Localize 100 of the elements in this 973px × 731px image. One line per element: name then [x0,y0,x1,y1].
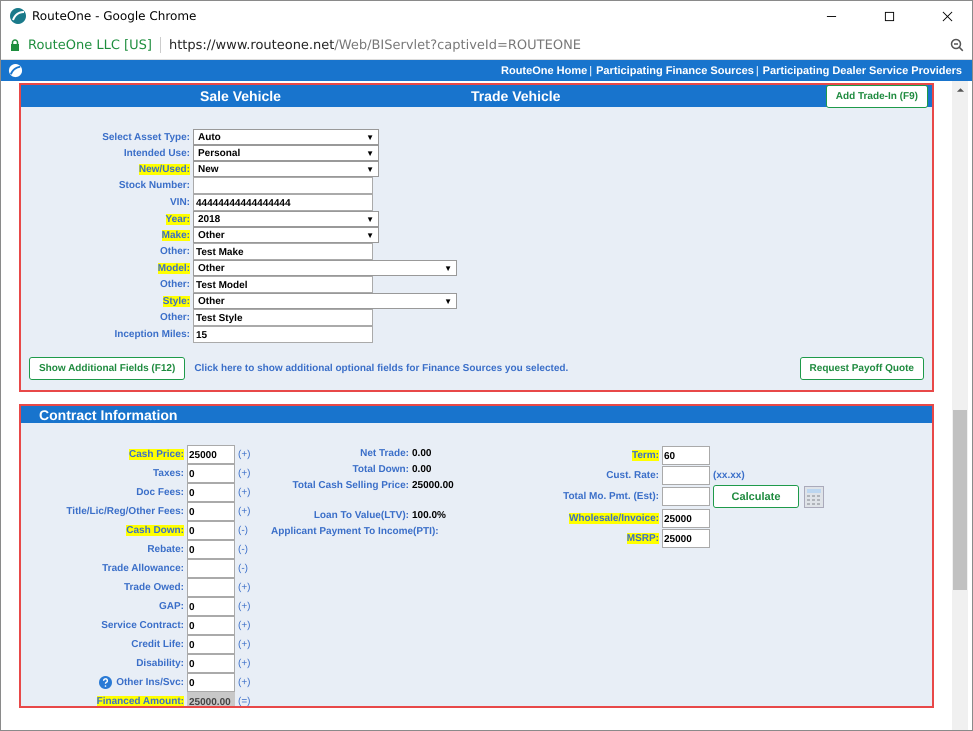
close-icon[interactable] [942,10,953,22]
amount-field[interactable]: 0 [187,540,235,559]
input-field[interactable]: 60 [662,446,710,464]
amount-field[interactable] [187,578,235,597]
amount-field[interactable]: 0 [187,521,235,540]
select-field[interactable]: Other ▼ [193,293,457,309]
input-field[interactable] [193,177,373,194]
field-label: Stock Number: [118,180,190,191]
field-label: GAP: [159,601,184,612]
site-identity[interactable]: RouteOne LLC [US] [28,38,152,52]
input-field[interactable]: 25000 [662,528,710,548]
summary-label: Loan To Value(LTV): [312,510,409,520]
format-hint: (xx.xx) [713,470,745,480]
select-field[interactable]: Other ▼ [193,227,379,243]
section-title: Contract Information [39,406,178,422]
field-label: Other: [160,246,190,257]
select-field[interactable]: Personal ▼ [193,145,379,161]
operator-sign: (+) [238,639,250,650]
operator-sign: (-) [238,544,248,555]
dropdown-arrow: ▼ [366,132,374,142]
field-label: Wholesale/Invoice: [568,512,659,524]
amount-field[interactable] [187,559,235,578]
scrollbar-thumb[interactable] [953,410,967,590]
field-label: Service Contract: [101,620,184,631]
add-trade-in-button[interactable]: Add Trade-In (F9) [826,84,928,108]
amount-field[interactable]: 0 [187,597,235,616]
select-field[interactable]: Auto ▼ [193,129,379,145]
payoff-quote-button[interactable]: Request Payoff Quote [800,357,924,380]
select-field[interactable]: New ▼ [193,161,379,177]
summary-value: 100.0% [412,510,446,520]
operator-sign: (+) [238,601,250,612]
operator-sign: (-) [238,563,248,574]
amount-field[interactable]: 0 [187,483,235,502]
nav-separator: | [756,64,759,76]
section-heading[interactable]: Trade Vehicle [470,88,560,104]
field-label: Make: [162,230,190,240]
amount-field[interactable]: 0 [187,464,235,483]
operator-sign: (=) [238,696,250,706]
input-field[interactable]: 25000 [662,508,710,528]
nav-link[interactable]: Participating Dealer Service Providers [762,64,962,76]
lock-icon [10,39,20,51]
maximize-icon[interactable] [884,10,895,22]
app-logo-icon [10,8,26,24]
field-label: Trade Owed: [124,582,184,593]
zoom-icon[interactable] [950,38,964,52]
nav-link[interactable]: RouteOne Home [501,64,588,76]
field-label: Other: [160,312,190,323]
calculator-icon[interactable] [804,486,824,508]
input-field[interactable]: 44444444444444444 [193,194,373,211]
input-field[interactable]: Test Make [193,243,373,260]
select-field[interactable]: Other ▼ [193,260,457,276]
amount-field[interactable]: 0 [187,635,235,654]
field-label: Intended Use: [124,148,190,158]
select-field[interactable]: 2018 ▼ [193,211,379,227]
input-field[interactable] [662,487,710,506]
help-icon[interactable] [99,676,112,689]
nav-link[interactable]: Participating Finance Sources [596,64,754,76]
field-label: Select Asset Type: [102,132,190,142]
field-label: Style: [162,296,190,306]
operator-sign: (-) [238,525,248,536]
operator-sign: (+) [238,449,250,460]
summary-value: 0.00 [412,464,432,474]
field-label: Total Mo. Pmt. (Est): [563,491,659,502]
field-label: Inception Miles: [114,329,190,340]
amount-field[interactable]: 0 [187,502,235,521]
input-field[interactable]: Test Model [193,276,373,293]
field-label: Cust. Rate: [606,470,659,480]
scrollbar[interactable] [952,81,968,730]
summary-label: Total Down: [352,464,409,474]
dropdown-arrow: ▼ [444,296,452,306]
amount-field[interactable]: 0 [187,673,235,692]
window-title: RouteOne - Google Chrome [32,9,196,23]
section-heading[interactable]: Sale Vehicle [200,88,281,104]
input-field[interactable] [662,466,710,484]
input-field[interactable]: 15 [193,326,373,343]
dropdown-arrow: ▼ [366,148,374,158]
field-label: Doc Fees: [136,487,184,498]
amount-field[interactable]: 25000.00 [187,692,235,706]
field-label: MSRP: [626,532,659,544]
input-field[interactable]: Test Style [193,309,373,326]
summary-value: 0.00 [412,448,432,458]
operator-sign: (+) [238,658,250,669]
show-fields-button[interactable]: Show Additional Fields (F12) [29,357,186,380]
operator-sign: (+) [238,582,250,593]
amount-field[interactable]: 25000 [187,445,235,464]
field-label: Financed Amount: [96,696,184,706]
amount-field[interactable]: 0 [187,616,235,635]
amount-field[interactable]: 0 [187,654,235,673]
field-label: Model: [158,262,190,274]
operator-sign: (+) [238,620,250,631]
optional-fields-link[interactable]: Click here to show additional optional fields for Finance Sources you selected. [194,363,568,374]
dropdown-arrow: ▼ [366,230,374,240]
scroll-up-icon[interactable] [956,87,965,93]
operator-sign: (+) [238,677,250,688]
calculate-button[interactable]: Calculate [713,485,799,508]
operator-sign: (+) [238,506,250,517]
field-label: Other Ins/Svc: [116,677,184,688]
summary-value: 25000.00 [412,480,454,490]
url-text[interactable]: https://www.routeone.net/Web/BIServlet?captiveId=ROUTEONE [168,38,582,52]
field-label: Term: [632,450,659,460]
